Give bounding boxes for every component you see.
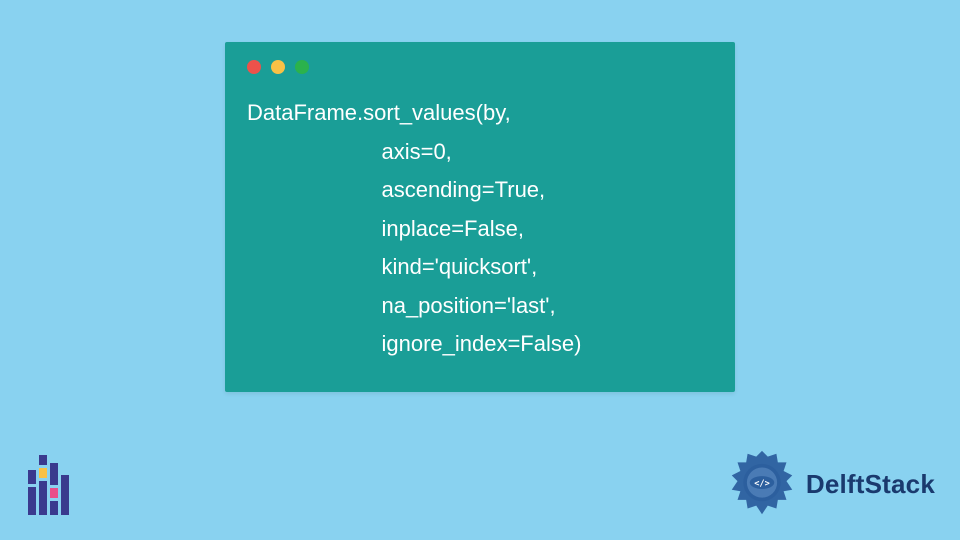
brand-logo: </> DelftStack — [726, 448, 935, 520]
brand-name: DelftStack — [806, 469, 935, 500]
delftstack-badge-icon: </> — [726, 448, 798, 520]
minimize-dot-icon — [271, 60, 285, 74]
maximize-dot-icon — [295, 60, 309, 74]
code-block: DataFrame.sort_values(by, axis=0, ascend… — [241, 94, 719, 364]
traffic-lights — [241, 60, 719, 74]
code-window: DataFrame.sort_values(by, axis=0, ascend… — [225, 42, 735, 392]
close-dot-icon — [247, 60, 261, 74]
left-logo-icon — [28, 455, 78, 515]
svg-text:</>: </> — [754, 479, 770, 489]
